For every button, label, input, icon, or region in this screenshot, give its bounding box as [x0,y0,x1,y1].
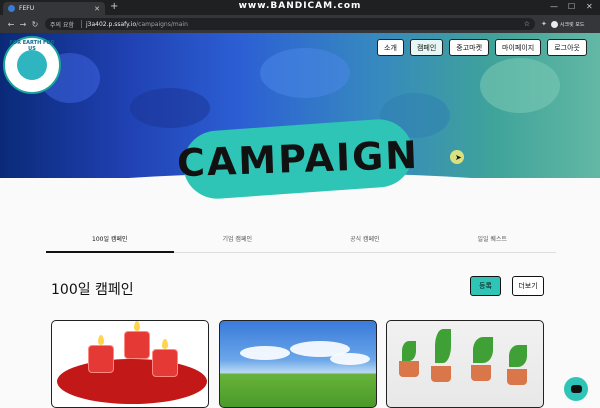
card-image-plate [57,359,207,404]
tab-official-campaign[interactable]: 공식 캠페인 [301,234,429,252]
avatar [550,20,558,28]
tab-company-campaign[interactable]: 기업 캠페인 [174,234,302,252]
campaign-card[interactable] [386,320,544,408]
card-image-leaf [473,337,493,363]
card-image-leaf [435,329,451,363]
card-image-candle [88,345,114,373]
card-image-pot [507,369,527,385]
earth-icon [17,50,47,80]
nav-mypage-button[interactable]: 마이페이지 [495,39,542,56]
star-icon[interactable]: ☆ [524,20,530,28]
card-image-pot [399,361,419,377]
address-warning: 주의 요함 [50,21,74,29]
card-image-cloud [330,353,370,365]
top-nav: 소개 캠페인 중고마켓 마이페이지 로그아웃 [377,39,587,56]
profile-button[interactable]: 시크릿 모드 [550,20,585,28]
campaign-card[interactable] [51,320,209,408]
nav-intro-button[interactable]: 소개 [377,39,404,56]
card-image-leaf [509,345,527,367]
card-image-pot [431,366,451,382]
address-host: j3a402.p.ssafy.io [86,20,137,28]
page-title-pill: CAMPAIGN [176,117,420,201]
card-image-pot [471,365,491,381]
browser-toolbar: ← → ↻ 주의 요함 j3a402.p.ssafy.io /campaigns… [0,15,600,33]
tab-100day-campaign[interactable]: 100일 캠페인 [46,234,174,253]
extensions-icon[interactable]: ✦ [541,20,547,28]
section-title: 100일 캠페인 [51,282,134,298]
card-image-leaf [402,341,416,361]
hero-texture [480,58,560,113]
chat-button[interactable] [564,377,588,401]
profile-label: 시크릿 모드 [559,21,585,28]
more-button[interactable]: 더보기 [512,276,544,296]
campaign-tabs: 100일 캠페인 기업 캠페인 공식 캠페인 일일 퀘스트 [46,234,556,253]
tab-daily-quest[interactable]: 일일 퀘스트 [429,234,557,252]
nav-campaign-button[interactable]: 캠페인 [409,39,444,56]
card-image-cloud [240,346,290,360]
hero-texture [260,48,350,98]
card-image-candle [124,331,150,359]
window-close-icon[interactable]: ✕ [586,2,593,11]
address-path: /campaigns/main [136,20,188,28]
address-bar[interactable]: 주의 요함 j3a402.p.ssafy.io /campaigns/main … [45,18,535,30]
page-title: CAMPAIGN [176,132,420,186]
logo-text: FOR EARTH FOR US [9,40,55,52]
hero-texture [130,88,210,128]
arrow-left-icon[interactable]: ← [5,20,17,29]
recorder-watermark: www.BANDICAM.com [238,1,362,11]
nav-market-button[interactable]: 중고마켓 [449,39,490,56]
campaign-card[interactable] [219,320,377,408]
register-button[interactable]: 등록 [470,276,501,296]
card-image-flame [98,335,104,345]
maximize-icon[interactable]: ☐ [568,2,575,11]
browser-tab-strip: FEFU ✕ + www.BANDICAM.com — ☐ ✕ [0,0,600,15]
address-separator [81,20,82,28]
reload-icon[interactable]: ↻ [29,20,41,29]
arrow-right-icon[interactable]: → [17,20,29,29]
card-image-flame [134,321,140,331]
cursor-icon: ➤ [455,153,462,162]
card-image-candle [152,349,178,377]
minimize-icon[interactable]: — [550,2,558,11]
card-image-flame [162,339,168,349]
nav-logout-button[interactable]: 로그아웃 [547,39,587,56]
chat-icon [570,385,582,393]
